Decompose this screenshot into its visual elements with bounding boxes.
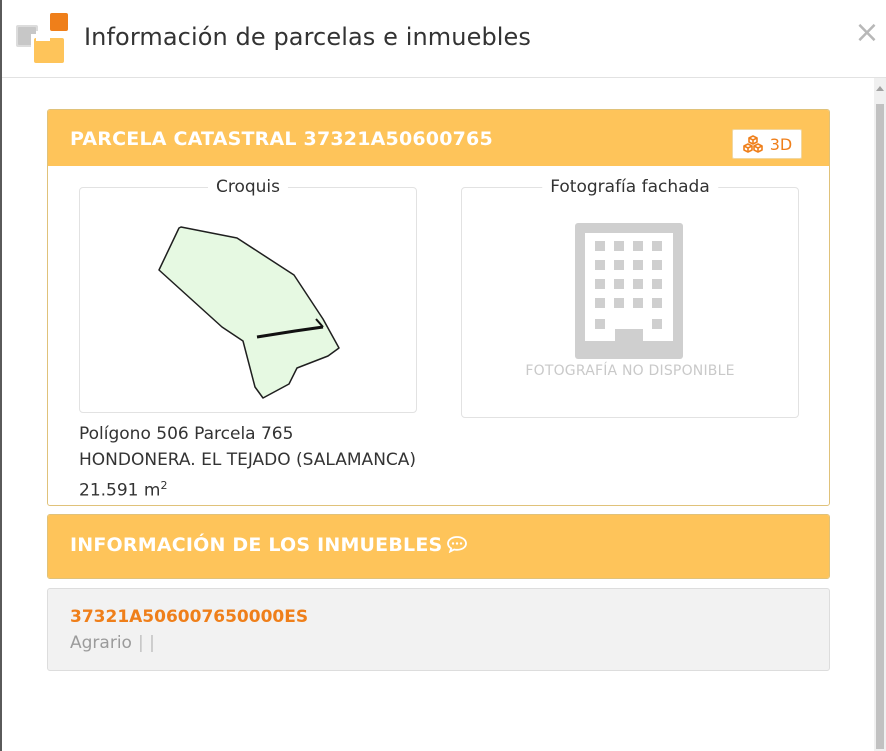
dialog-content: PARCELA CATASTRAL 37321A50600765 3D Croq…: [2, 78, 872, 751]
close-icon[interactable]: ×: [854, 18, 880, 48]
view-3d-button[interactable]: 3D: [732, 129, 802, 159]
facade-photo-box: Fotografía fachada FOTOGRAFÍA NO DISPONI…: [461, 177, 799, 418]
catastro-logo-icon: [16, 13, 68, 63]
scroll-up-arrow-icon[interactable]: [876, 86, 884, 91]
properties-title: INFORMACIÓN DE LOS INMUEBLES: [70, 534, 468, 556]
parcel-location: Polígono 506 Parcela 765: [79, 424, 294, 444]
parcel-panel-header: PARCELA CATASTRAL 37321A50600765 3D: [48, 110, 829, 166]
property-use-text: Agrario: [70, 633, 132, 653]
property-use: Agrario | |: [70, 633, 155, 653]
property-reference-link[interactable]: 37321A506007650000ES: [70, 607, 308, 627]
view-3d-label: 3D: [769, 134, 793, 154]
parcel-area-value: 21.591 m: [79, 480, 161, 501]
parcel-details: Polígono 506 Parcela 765 HONDONERA. EL T…: [79, 421, 416, 504]
facade-photo-label: Fotografía fachada: [542, 177, 718, 197]
vertical-scrollbar[interactable]: [874, 78, 886, 751]
parcel-panel: PARCELA CATASTRAL 37321A50600765 3D Croq…: [47, 109, 830, 506]
parcel-shape: [158, 226, 340, 399]
no-photo-text: FOTOGRAFÍA NO DISPONIBLE: [525, 363, 735, 379]
properties-title-text: INFORMACIÓN DE LOS INMUEBLES: [70, 534, 443, 556]
dialog-header: Información de parcelas e inmuebles ×: [2, 0, 886, 78]
property-item: 37321A506007650000ES Agrario | |: [47, 588, 830, 671]
parcel-area: 21.591 m2: [79, 473, 416, 504]
parcel-municipality: HONDONERA. EL TEJADO (SALAMANCA): [79, 450, 417, 470]
properties-panel-header: INFORMACIÓN DE LOS INMUEBLES: [48, 515, 829, 578]
cubes-icon: [742, 135, 763, 153]
comment-icon[interactable]: [446, 535, 468, 553]
building-icon: [575, 223, 683, 359]
property-separators: | |: [137, 633, 155, 653]
parcel-sketch[interactable]: [80, 188, 416, 412]
scrollbar-thumb[interactable]: [876, 104, 884, 749]
parcel-title: PARCELA CATASTRAL 37321A50600765: [70, 128, 493, 150]
sketch-box: Croquis: [79, 177, 417, 413]
properties-panel: INFORMACIÓN DE LOS INMUEBLES: [47, 514, 830, 579]
dialog-title: Información de parcelas e inmuebles: [84, 23, 532, 51]
parcel-info-dialog: Información de parcelas e inmuebles × PA…: [2, 0, 886, 751]
parcel-area-exponent: 2: [160, 479, 168, 492]
